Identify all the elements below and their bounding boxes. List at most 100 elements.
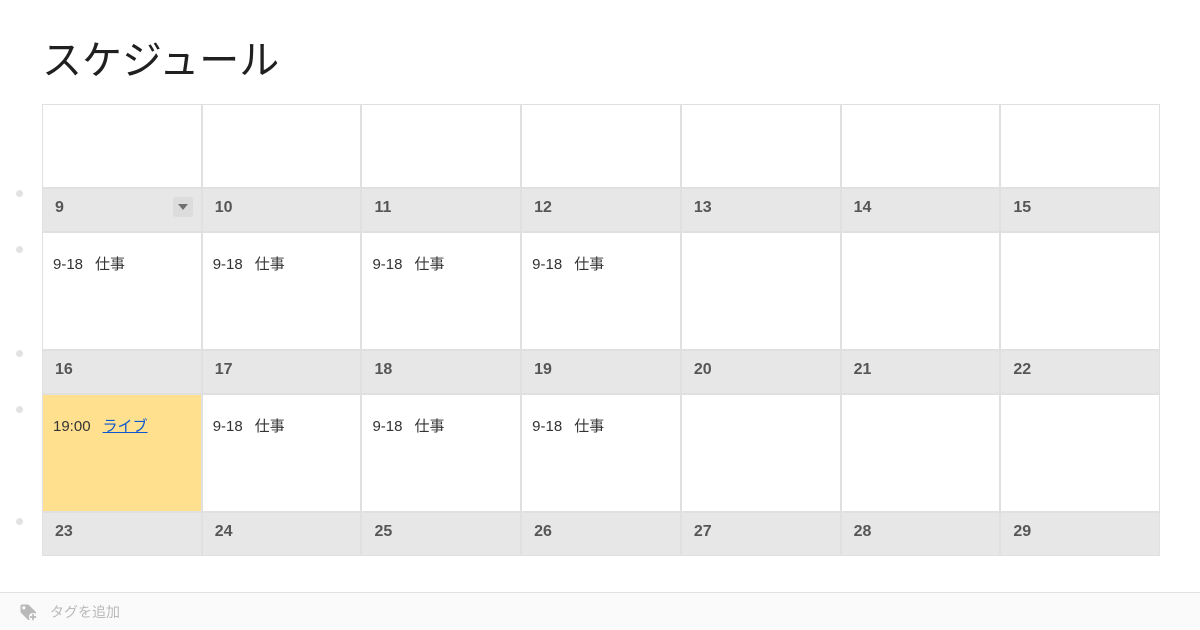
calendar-daynum-cell[interactable]: 17 (202, 350, 362, 394)
calendar-grid: 9 10 11 12 13 14 15 9-18 仕事 9-18 仕事 9-18 仕事… (42, 104, 1160, 556)
day-number: 27 (694, 523, 712, 540)
calendar-daynum-cell[interactable]: 22 (1000, 350, 1160, 394)
calendar-header-cell (1000, 104, 1160, 188)
day-number: 21 (854, 361, 872, 378)
calendar-header-cell (841, 104, 1001, 188)
calendar-daynum-cell[interactable]: 21 (841, 350, 1001, 394)
calendar-day-cell[interactable] (1000, 232, 1160, 350)
outline-dot (16, 518, 23, 525)
calendar-daynum-cell[interactable]: 28 (841, 512, 1001, 556)
event-label: 仕事 (414, 256, 444, 273)
calendar-day-cell[interactable]: 9-18 仕事 (42, 232, 202, 350)
event-label: 仕事 (255, 418, 285, 435)
chevron-down-icon (178, 204, 188, 210)
tag-input[interactable] (50, 604, 350, 620)
day-number: 19 (534, 361, 552, 378)
calendar-day-cell[interactable] (841, 232, 1001, 350)
day-number: 23 (55, 523, 73, 540)
event-label: 仕事 (255, 256, 285, 273)
calendar-day-cell[interactable]: 9-18 仕事 (361, 232, 521, 350)
calendar-daynum-cell[interactable]: 9 (42, 188, 202, 232)
event-time: 9-18 (53, 256, 83, 273)
event-time: 9-18 (372, 256, 402, 273)
day-number: 12 (534, 199, 552, 216)
calendar-header-cell (521, 104, 681, 188)
calendar-daynum-cell[interactable]: 27 (681, 512, 841, 556)
day-number: 18 (374, 361, 392, 378)
calendar-daynum-cell[interactable]: 20 (681, 350, 841, 394)
calendar-day-cell[interactable]: 9-18 仕事 (202, 232, 362, 350)
calendar-day-cell[interactable]: 9-18 仕事 (521, 394, 681, 512)
calendar-day-cell[interactable]: 9-18仕事 (361, 394, 521, 512)
day-number: 20 (694, 361, 712, 378)
day-number: 13 (694, 199, 712, 216)
calendar-day-cell[interactable]: 9-18 仕事 (521, 232, 681, 350)
calendar-daynum-cell[interactable]: 13 (681, 188, 841, 232)
calendar-day-cell[interactable] (681, 232, 841, 350)
day-number: 26 (534, 523, 552, 540)
calendar-event[interactable]: 9-18 仕事 (532, 253, 670, 274)
calendar-daynum-cell[interactable]: 19 (521, 350, 681, 394)
day-number: 10 (215, 199, 233, 216)
tag-bar (0, 592, 1200, 630)
calendar-event[interactable]: 9-18 仕事 (213, 415, 351, 436)
calendar-daynum-cell[interactable]: 23 (42, 512, 202, 556)
calendar-daynum-cell[interactable]: 15 (1000, 188, 1160, 232)
calendar-daynum-cell[interactable]: 10 (202, 188, 362, 232)
day-number: 14 (854, 199, 872, 216)
calendar-event[interactable]: 9-18 仕事 (372, 253, 510, 274)
calendar-daynum-cell[interactable]: 14 (841, 188, 1001, 232)
calendar-event[interactable]: 19:00 ライブ (53, 415, 191, 436)
calendar-event[interactable]: 9-18仕事 (372, 415, 510, 436)
calendar-daynum-cell[interactable]: 29 (1000, 512, 1160, 556)
day-number: 9 (55, 199, 64, 216)
day-number: 29 (1013, 523, 1031, 540)
calendar-blank-header (42, 104, 1160, 188)
tag-icon (18, 602, 38, 622)
event-time: 9-18 (532, 256, 562, 273)
event-label: 仕事 (574, 256, 604, 273)
calendar-daynum-cell[interactable]: 11 (361, 188, 521, 232)
event-time: 9-18 (213, 418, 243, 435)
calendar-daynum-cell[interactable]: 18 (361, 350, 521, 394)
event-time: 19:00 (53, 418, 91, 435)
event-time: 9-18 (213, 256, 243, 273)
calendar-header-cell (681, 104, 841, 188)
calendar-body-row: 19:00ライブ 9-18仕事 9-18仕事 9-18仕事 (42, 394, 1160, 512)
event-time: 9-18 (532, 418, 562, 435)
calendar-event[interactable]: 9-18 仕事 (213, 253, 351, 274)
calendar-body-row: 9-18 仕事 9-18 仕事 9-18 仕事 9-18 仕事 (42, 232, 1160, 350)
calendar-daynum-cell[interactable]: 26 (521, 512, 681, 556)
calendar-day-cell[interactable] (841, 394, 1001, 512)
event-label: 仕事 (574, 418, 604, 435)
day-number: 11 (374, 199, 391, 216)
calendar-event[interactable]: 9-18 仕事 (53, 253, 191, 274)
day-number: 15 (1013, 199, 1031, 216)
calendar-header-cell (42, 104, 202, 188)
outline-dot (16, 246, 23, 253)
calendar-daynum-cell[interactable]: 25 (361, 512, 521, 556)
calendar-daynum-row: 23 24 25 26 27 28 29 (42, 512, 1160, 556)
calendar-event[interactable]: 9-18 仕事 (532, 415, 670, 436)
day-number: 28 (854, 523, 872, 540)
calendar-daynum-cell[interactable]: 16 (42, 350, 202, 394)
day-number: 16 (55, 361, 73, 378)
outline-dot (16, 350, 23, 357)
calendar-daynum-cell[interactable]: 24 (202, 512, 362, 556)
calendar-day-cell[interactable]: 9-18 仕事 (202, 394, 362, 512)
calendar-day-cell[interactable] (681, 394, 841, 512)
outline-gutter (14, 118, 26, 558)
calendar-day-cell[interactable]: 19:00 ライブ (42, 394, 202, 512)
calendar-header-cell (202, 104, 362, 188)
event-label-link[interactable]: ライブ (103, 418, 148, 435)
outline-dot (16, 190, 23, 197)
calendar-header-cell (361, 104, 521, 188)
calendar-daynum-cell[interactable]: 12 (521, 188, 681, 232)
calendar-daynum-row: 16 17 18 19 20 21 22 (42, 350, 1160, 394)
page-title: スケジュール (0, 0, 1200, 104)
cell-menu-button[interactable] (173, 197, 193, 217)
calendar-day-cell[interactable] (1000, 394, 1160, 512)
event-label: 仕事 (95, 256, 125, 273)
day-number: 25 (374, 523, 392, 540)
day-number: 22 (1013, 361, 1031, 378)
